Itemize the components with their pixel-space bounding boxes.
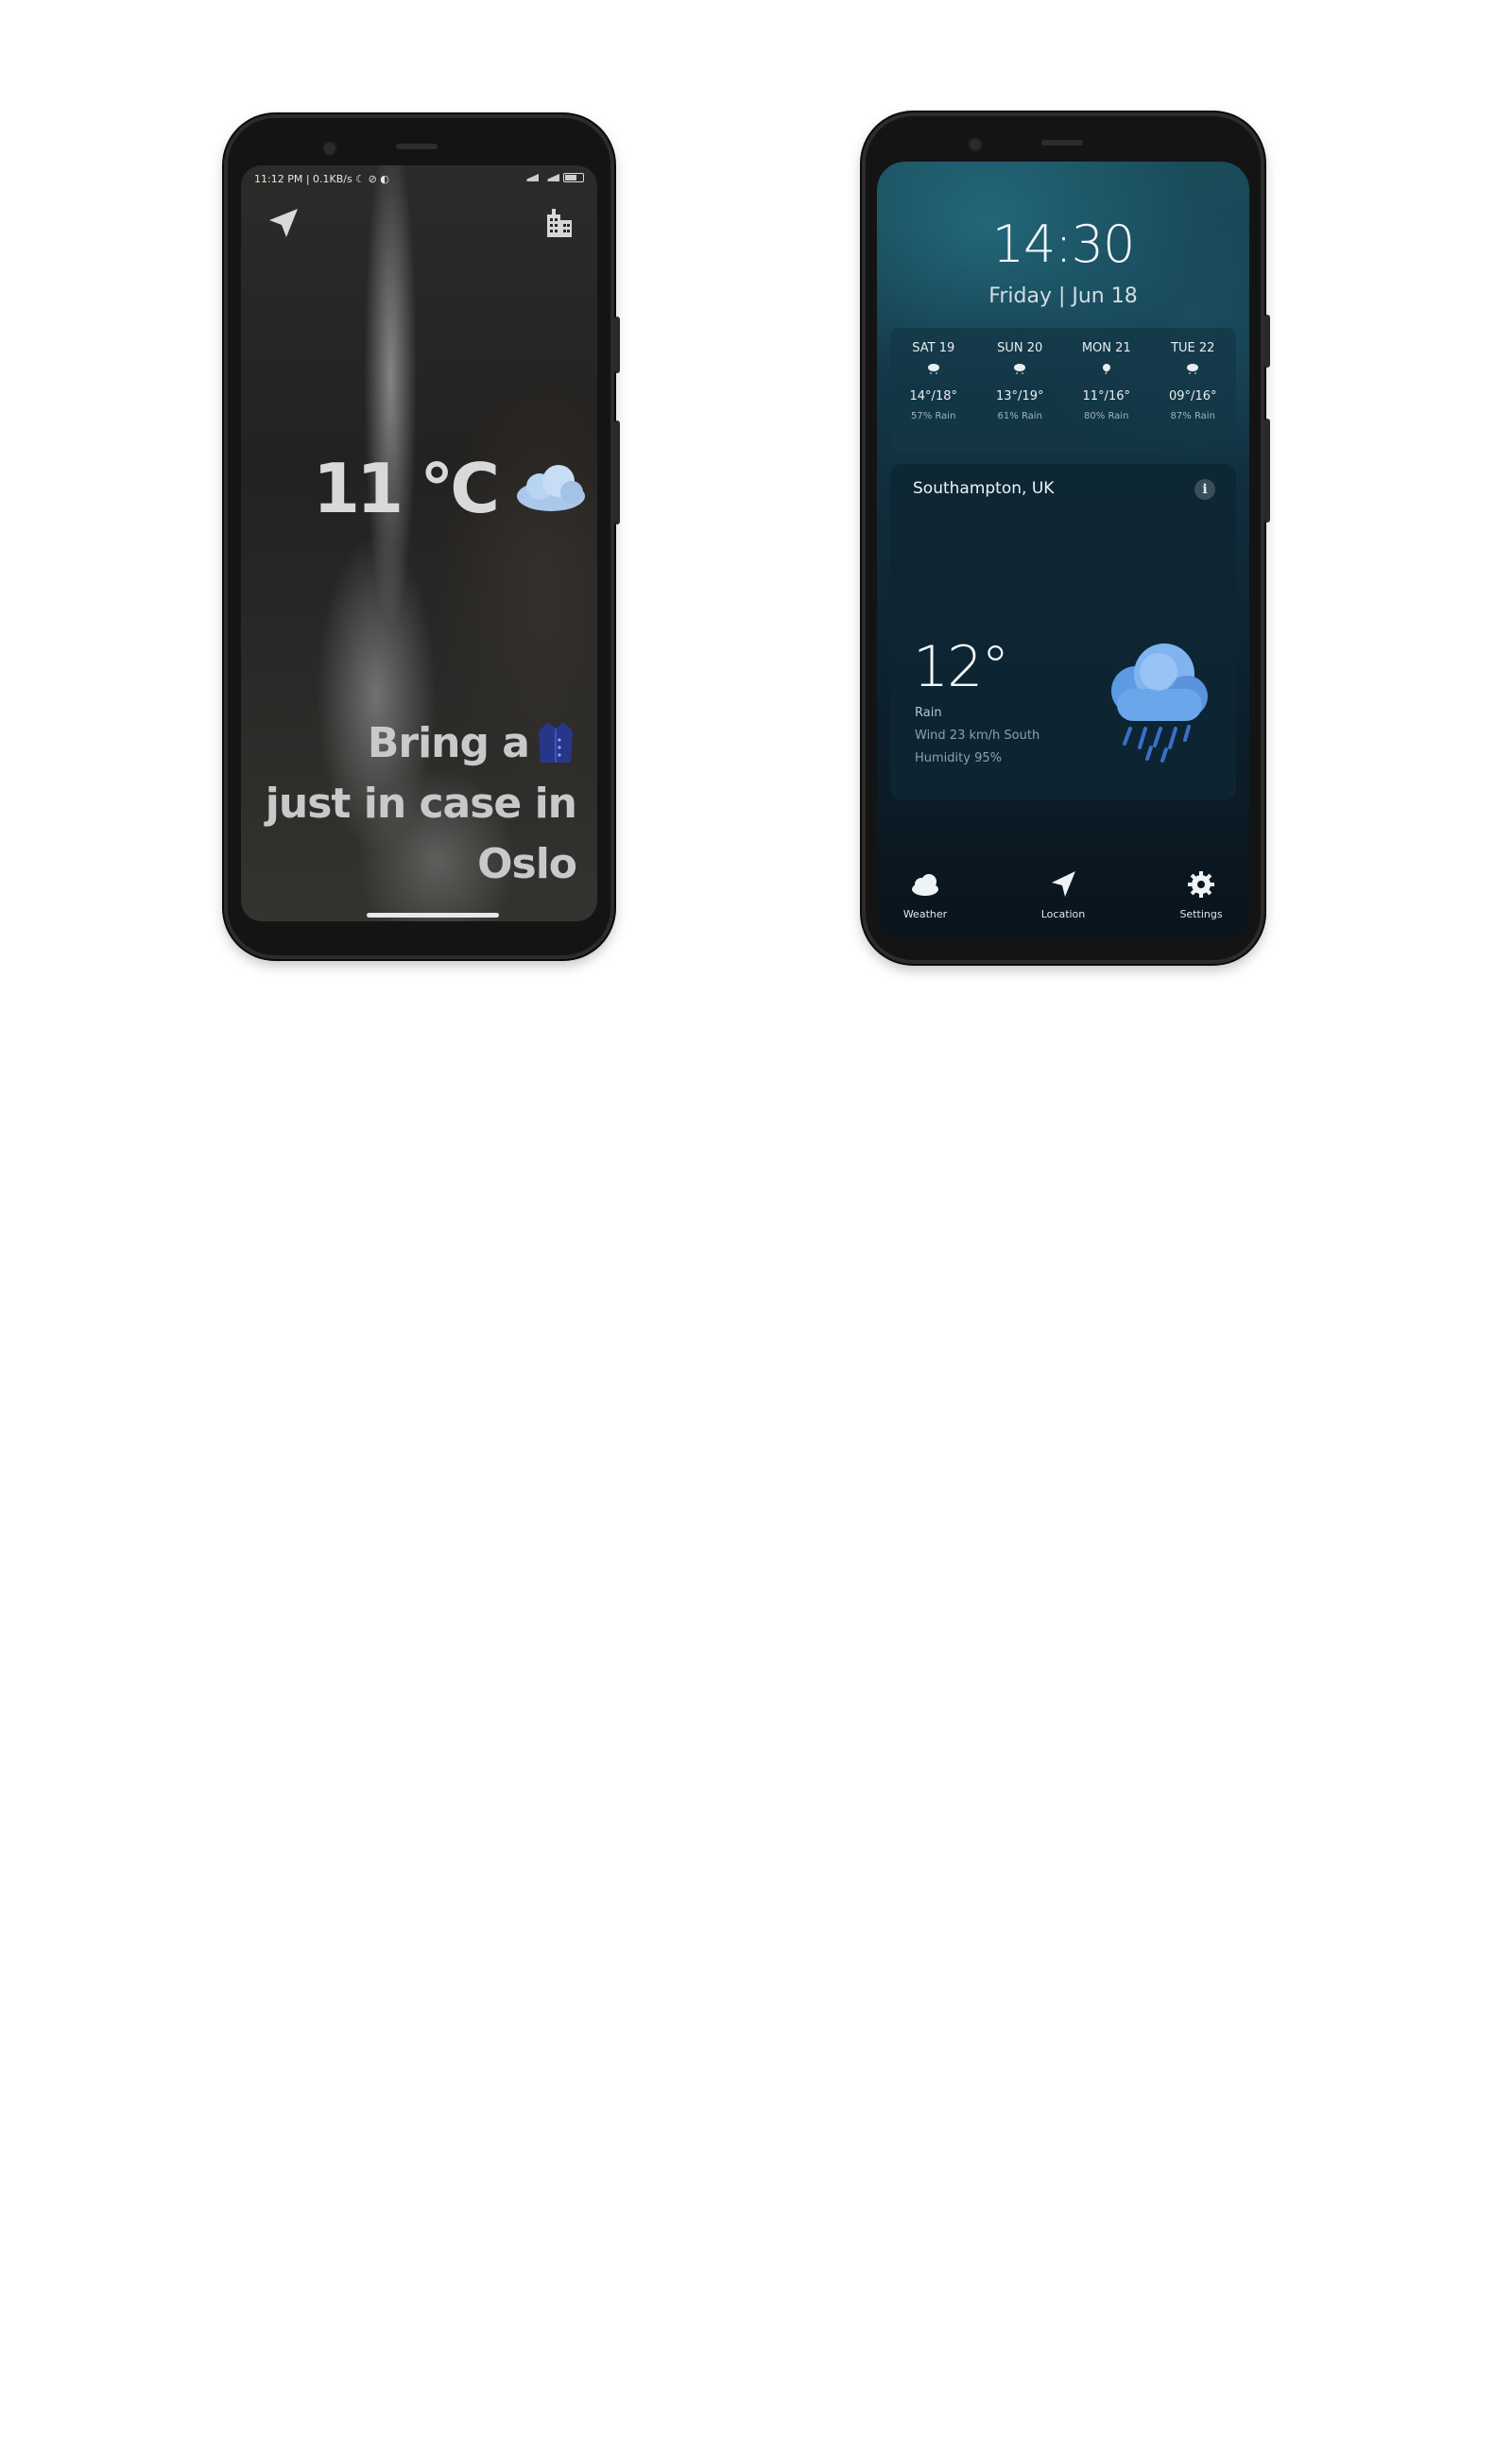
heavy-rain-cloud-icon [1111,644,1208,763]
signal-icon-2 [542,174,559,181]
forecast-temp: 09°/16° [1169,389,1217,403]
forecast-day-name: MON 21 [1081,341,1131,355]
current-wind: Wind 23 km/h South [915,729,1040,743]
forecast-day[interactable]: SAT 19 14°/18° 57% Rain [890,328,977,453]
raincoat-icon [539,723,573,763]
forecast-temp: 11°/16° [1082,389,1130,403]
city-buildings-icon[interactable] [542,205,576,239]
status-time: 11:12 PM | 0.1KB/s ☾ ⊘ ◐ [254,173,389,185]
phone-mockup-left: 11:12 PM | 0.1KB/s ☾ ⊘ ◐ 11 °C Bring a j… [224,114,620,959]
signal-icon [522,174,539,181]
cloud-icon [517,465,586,511]
current-condition: Rain [915,706,942,720]
forecast-rain: 61% Rain [997,411,1042,421]
nav-weather[interactable]: Weather [896,868,954,929]
location-name: Southampton, UK [913,479,1055,498]
forecast-rain: 87% Rain [1170,411,1215,421]
earpiece-speaker [396,144,438,149]
bottom-navigation: Weather Location Settings [877,868,1249,929]
forecast-day-name: SUN 20 [997,341,1043,355]
advice-line-3-city: Oslo [477,840,577,888]
forecast-day-name: SAT 19 [912,341,955,355]
home-indicator[interactable] [367,913,499,918]
volume-button [1264,315,1270,368]
power-button [1264,419,1270,523]
forecast-strip: SAT 19 14°/18° 57% Rain SUN 20 13°/19° 6… [890,328,1236,453]
forecast-rain: 57% Rain [911,411,956,421]
temperature-row: 11 °C [313,449,589,528]
advice-line-1: Bring a [367,719,530,767]
drizzle-icon [1102,364,1110,375]
volume-button [614,317,620,373]
earpiece-speaker [1041,140,1083,146]
forecast-day[interactable]: MON 21 11°/16° 80% Rain [1063,328,1150,453]
clock-date: Friday | Jun 18 [988,284,1138,308]
temperature-value: 11 °C [313,449,500,528]
nav-location-label: Location [1040,908,1086,920]
rain-cloud-icon [927,364,939,374]
weather-screen-detailed: 14:30 Friday | Jun 18 SAT 19 14°/18° 57%… [877,162,1249,936]
current-temperature: 12° [913,634,1009,700]
nav-settings-label: Settings [1179,908,1223,920]
forecast-day[interactable]: SUN 20 13°/19° 61% Rain [977,328,1064,453]
gear-icon [1188,871,1214,898]
current-humidity: Humidity 95% [915,751,1002,765]
rain-cloud-icon [1014,364,1026,374]
clock-time: 14:30 [991,215,1136,274]
front-camera [968,137,983,152]
nav-location[interactable]: Location [1034,868,1092,929]
phone-mockup-right: 14:30 Friday | Jun 18 SAT 19 14°/18° 57%… [862,112,1270,964]
forecast-rain: 80% Rain [1084,411,1129,421]
nav-weather-label: Weather [902,908,948,920]
info-icon[interactable]: i [1194,479,1215,500]
advice-line-2: just in case in [265,780,577,828]
navigation-arrow-icon [1052,871,1075,897]
cloud-icon [912,874,938,896]
forecast-day[interactable]: TUE 22 09°/16° 87% Rain [1150,328,1237,453]
forecast-temp: 14°/18° [909,389,957,403]
navigation-arrow-icon[interactable] [267,207,300,239]
status-bar: 11:12 PM | 0.1KB/s ☾ ⊘ ◐ [254,173,584,188]
weather-screen-minimal: 11:12 PM | 0.1KB/s ☾ ⊘ ◐ 11 °C Bring a j… [241,165,597,921]
forecast-day-name: TUE 22 [1171,341,1215,355]
power-button [614,420,620,524]
clothing-advice: Bring a just in case in Oslo [265,713,577,895]
rain-cloud-icon [1187,364,1199,374]
battery-icon [563,173,584,182]
current-weather-card: Southampton, UK i 12° Rain Wind 23 km/h … [890,464,1236,800]
forecast-temp: 13°/19° [996,389,1044,403]
status-icons [522,173,584,182]
front-camera [322,141,337,156]
nav-settings[interactable]: Settings [1172,868,1230,929]
